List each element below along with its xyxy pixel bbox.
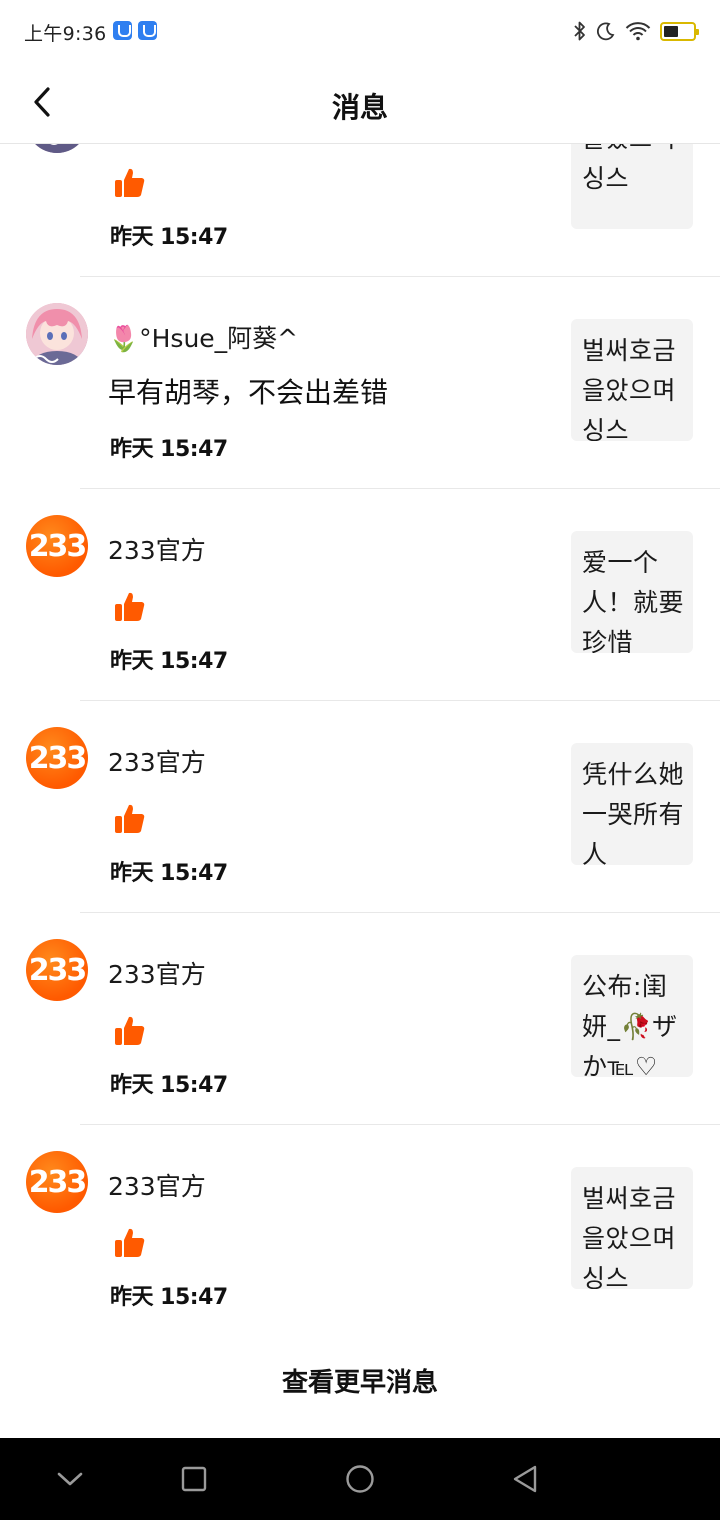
avatar[interactable] — [26, 144, 88, 153]
post-preview-text: 爱一个人！就要珍惜 — [582, 548, 685, 653]
avatar[interactable]: 233 — [26, 727, 88, 789]
post-preview-card[interactable]: 벌써호금을았으며 싱스 — [571, 1167, 693, 1289]
list-item[interactable]: 233 233官方 昨天 15:47 凭什么她一哭所有人 — [0, 701, 720, 913]
thumbs-up-icon — [115, 592, 145, 621]
avatar[interactable]: 233 — [26, 939, 88, 1001]
nav-recents-button[interactable] — [175, 1460, 213, 1498]
post-preview-card[interactable]: 公布:闺妍_🥀ザか℡♡ — [571, 955, 693, 1077]
triangle-back-icon — [513, 1465, 537, 1493]
system-nav-bar — [0, 1438, 720, 1520]
list-item[interactable]: 233 233官方 昨天 15:47 公布:闺妍_🥀ザか℡♡ — [0, 913, 720, 1125]
thumbs-up-icon — [115, 1016, 145, 1045]
avatar[interactable]: 233 — [26, 1151, 88, 1213]
message-time: 昨天 15:47 — [110, 437, 228, 462]
nav-back-button[interactable] — [506, 1460, 544, 1498]
thumbs-up-icon — [115, 1228, 145, 1257]
shield-notification-icon — [138, 21, 157, 40]
load-earlier-messages-button[interactable]: 查看更早消息 — [282, 1362, 438, 1399]
list-item[interactable]: 233 233官方 昨天 15:47 爱一个人！就要珍惜 — [0, 489, 720, 701]
post-preview-text: 벌써호금을았으며 싱스 — [582, 144, 676, 193]
square-icon — [181, 1466, 207, 1492]
nav-home-button[interactable] — [341, 1460, 379, 1498]
moon-icon — [596, 22, 615, 41]
load-more-section: 查看更早消息 — [0, 1322, 720, 1438]
nav-hide-button[interactable] — [51, 1460, 89, 1498]
post-preview-text: 凭什么她一哭所有人 — [582, 760, 685, 865]
user-name[interactable]: 233官方 — [108, 955, 206, 991]
message-list[interactable]: 昨天 15:47 벌써호금을았으며 싱스 🌷°Hsue_阿葵^ 早有胡琴，不会出… — [0, 144, 720, 1322]
bluetooth-icon — [574, 21, 585, 41]
shield-notification-icon — [113, 21, 132, 40]
post-preview-card[interactable]: 벌써호금을았으며 싱스 — [571, 319, 693, 441]
page-title: 消息 — [331, 91, 388, 124]
status-icons — [573, 18, 699, 44]
anime-avatar-icon — [26, 303, 88, 365]
status-time: 上午9:36 — [24, 23, 107, 45]
post-preview-card[interactable]: 凭什么她一哭所有人 — [571, 743, 693, 865]
comment-text: 早有胡琴，不会出差错 — [108, 376, 389, 409]
user-name[interactable]: 233官方 — [108, 743, 206, 779]
message-time: 昨天 15:47 — [110, 1073, 228, 1098]
post-preview-text: 公布:闺妍_🥀ザか℡♡ — [582, 972, 678, 1077]
avatar[interactable] — [26, 303, 88, 365]
app-header: 消息 — [0, 62, 720, 144]
message-time: 昨天 15:47 — [110, 649, 228, 674]
post-preview-card[interactable]: 爱一个人！就要珍惜 — [571, 531, 693, 653]
thumbs-up-icon — [115, 804, 145, 833]
user-name[interactable]: 233官方 — [108, 1167, 206, 1203]
list-item[interactable]: 昨天 15:47 벌써호금을았으며 싱스 — [0, 144, 720, 277]
status-bar: 上午9:36 — [0, 0, 720, 62]
battery-icon — [660, 21, 699, 41]
anime-avatar-icon — [28, 144, 86, 153]
avatar[interactable]: 233 — [26, 515, 88, 577]
message-time: 昨天 15:47 — [110, 1285, 228, 1310]
thumbs-up-icon — [115, 168, 145, 197]
message-time: 昨天 15:47 — [110, 225, 228, 250]
user-name[interactable]: 🌷°Hsue_阿葵^ — [108, 319, 298, 355]
list-item[interactable]: 233 233官方 昨天 15:47 벌써호금을았으며 싱스 — [0, 1125, 720, 1322]
post-preview-text: 벌써호금을았으며 싱스 — [582, 336, 677, 441]
list-item[interactable]: 🌷°Hsue_阿葵^ 早有胡琴，不会出差错 昨天 15:47 벌써호금을았으며 … — [0, 277, 720, 489]
user-name[interactable]: 233官方 — [108, 531, 206, 567]
post-preview-card[interactable]: 벌써호금을았으며 싱스 — [571, 144, 693, 229]
circle-icon — [346, 1465, 374, 1493]
chevron-down-icon — [57, 1472, 83, 1486]
post-preview-text: 벌써호금을았으며 싱스 — [582, 1184, 677, 1289]
wifi-icon — [625, 22, 651, 41]
message-time: 昨天 15:47 — [110, 861, 228, 886]
